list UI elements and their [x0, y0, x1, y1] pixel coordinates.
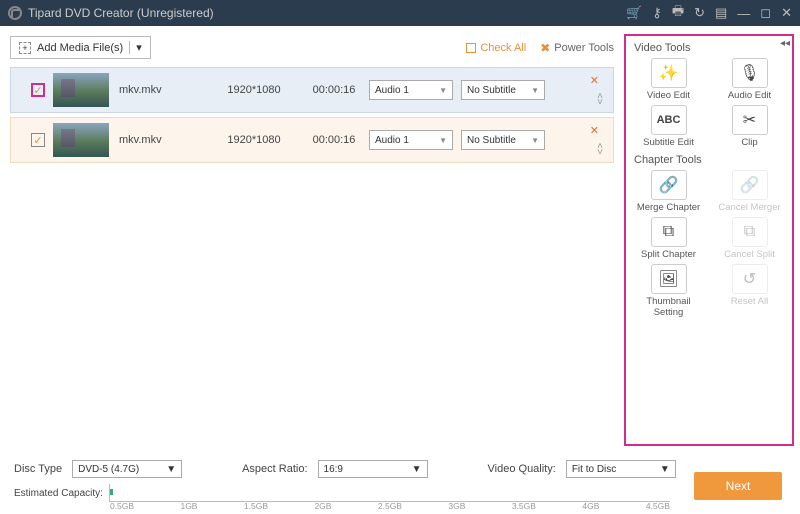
duration: 00:00:16	[299, 134, 369, 146]
split-icon: ⧉	[651, 217, 687, 247]
chevron-down-icon: ▾	[129, 41, 142, 54]
reorder-icon[interactable]: ˄˅	[597, 144, 603, 156]
remove-row-icon[interactable]: ✕	[590, 124, 599, 137]
wand-icon: ✨	[651, 58, 687, 88]
window-title: Tipard DVD Creator (Unregistered)	[28, 6, 626, 20]
subtitle-select[interactable]: No Subtitle▼	[461, 80, 545, 100]
capacity-bar: 0.5GB1GB1.5GB2GB2.5GB3GB3.5GB4GB4.5GB	[109, 484, 670, 502]
chevron-down-icon: ▼	[439, 136, 447, 145]
resolution: 1920*1080	[209, 84, 299, 96]
media-row[interactable]: ✓ mkv.mkv 1920*1080 00:00:16 Audio 1▼ No…	[10, 117, 614, 163]
audio-edit-button[interactable]: 🎙Audio Edit	[713, 58, 786, 101]
filename: mkv.mkv	[119, 84, 209, 96]
cancel-split-button: ⧉Cancel Split	[713, 217, 786, 260]
scissors-icon: ✂	[732, 105, 768, 135]
capacity-fill	[110, 489, 113, 495]
chapter-tools-heading: Chapter Tools	[634, 154, 786, 166]
chevron-down-icon: ▼	[660, 464, 670, 475]
add-media-label: Add Media File(s)	[37, 42, 123, 54]
cancel-merger-button: 🔗Cancel Merger	[713, 170, 786, 213]
disc-type-label: Disc Type	[14, 463, 62, 475]
power-tools-button[interactable]: ✖ Power Tools	[540, 41, 614, 55]
main-content: + Add Media File(s) ▾ Check All ✖ Power …	[0, 26, 624, 454]
audio-select[interactable]: Audio 1▼	[369, 80, 453, 100]
thumbnail	[53, 123, 109, 157]
app-logo-icon	[8, 6, 22, 20]
refresh-icon[interactable]: ↻	[694, 5, 705, 21]
capacity-label: Estimated Capacity:	[14, 488, 103, 499]
collapse-panel-icon[interactable]: ◂◂	[780, 38, 790, 49]
media-row[interactable]: ✓ mkv.mkv 1920*1080 00:00:16 Audio 1▼ No…	[10, 67, 614, 113]
disc-type-select[interactable]: DVD-5 (4.7G)▼	[72, 460, 182, 478]
aspect-ratio-label: Aspect Ratio:	[242, 463, 307, 475]
subtitle-edit-button[interactable]: ABCSubtitle Edit	[632, 105, 705, 148]
reset-all-button: ↺Reset All	[713, 264, 786, 318]
remove-row-icon[interactable]: ✕	[590, 74, 599, 87]
merge-chapter-button[interactable]: 🔗Merge Chapter	[632, 170, 705, 213]
print-icon[interactable]: 🖶	[672, 2, 684, 24]
unlink-icon: 🔗	[732, 170, 768, 200]
reorder-icon[interactable]: ˄˅	[597, 94, 603, 106]
cart-icon[interactable]: 🛒	[626, 5, 642, 21]
next-button[interactable]: Next	[694, 472, 782, 500]
chevron-down-icon: ▼	[531, 86, 539, 95]
unsplit-icon: ⧉	[732, 217, 768, 247]
thumbnail-setting-button[interactable]: 🖼Thumbnail Setting	[632, 264, 705, 318]
maximize-icon[interactable]: ◻	[760, 5, 771, 21]
row-checkbox[interactable]: ✓	[31, 133, 45, 147]
reset-icon: ↺	[732, 264, 768, 294]
tools-panel: ◂◂ Video Tools ✨Video Edit 🎙Audio Edit A…	[624, 34, 794, 446]
check-all-toggle[interactable]: Check All	[466, 42, 526, 54]
capacity-ticks: 0.5GB1GB1.5GB2GB2.5GB3GB3.5GB4GB4.5GB	[110, 501, 670, 511]
check-all-label: Check All	[480, 42, 526, 54]
thumbnail	[53, 73, 109, 107]
aspect-ratio-select[interactable]: 16:9▼	[318, 460, 428, 478]
chevron-down-icon: ▼	[531, 136, 539, 145]
bottom-bar: Disc Type DVD-5 (4.7G)▼ Aspect Ratio: 16…	[0, 454, 800, 514]
tools-icon: ✖	[540, 41, 550, 55]
row-checkbox[interactable]: ✓	[31, 83, 45, 97]
filename: mkv.mkv	[119, 134, 209, 146]
close-window-icon[interactable]: ✕	[781, 5, 792, 21]
chevron-down-icon: ▼	[166, 464, 176, 475]
add-icon: +	[19, 42, 31, 54]
video-tools-heading: Video Tools	[634, 42, 786, 54]
power-tools-label: Power Tools	[554, 42, 614, 54]
abc-icon: ABC	[651, 105, 687, 135]
feedback-icon[interactable]: ▤	[715, 5, 727, 21]
clip-button[interactable]: ✂Clip	[713, 105, 786, 148]
minimize-icon[interactable]: —	[737, 6, 750, 21]
microphone-icon: 🎙	[732, 58, 768, 88]
audio-select[interactable]: Audio 1▼	[369, 130, 453, 150]
duration: 00:00:16	[299, 84, 369, 96]
resolution: 1920*1080	[209, 134, 299, 146]
checkbox-icon	[466, 43, 476, 53]
subtitle-select[interactable]: No Subtitle▼	[461, 130, 545, 150]
link-icon: 🔗	[651, 170, 687, 200]
video-edit-button[interactable]: ✨Video Edit	[632, 58, 705, 101]
key-icon[interactable]: ⚷	[652, 5, 662, 21]
video-quality-label: Video Quality:	[488, 463, 556, 475]
add-media-button[interactable]: + Add Media File(s) ▾	[10, 36, 151, 59]
chevron-down-icon: ▼	[439, 86, 447, 95]
image-icon: 🖼	[651, 264, 687, 294]
split-chapter-button[interactable]: ⧉Split Chapter	[632, 217, 705, 260]
video-quality-select[interactable]: Fit to Disc▼	[566, 460, 676, 478]
chevron-down-icon: ▼	[412, 464, 422, 475]
titlebar: Tipard DVD Creator (Unregistered) 🛒 ⚷ 🖶 …	[0, 0, 800, 26]
